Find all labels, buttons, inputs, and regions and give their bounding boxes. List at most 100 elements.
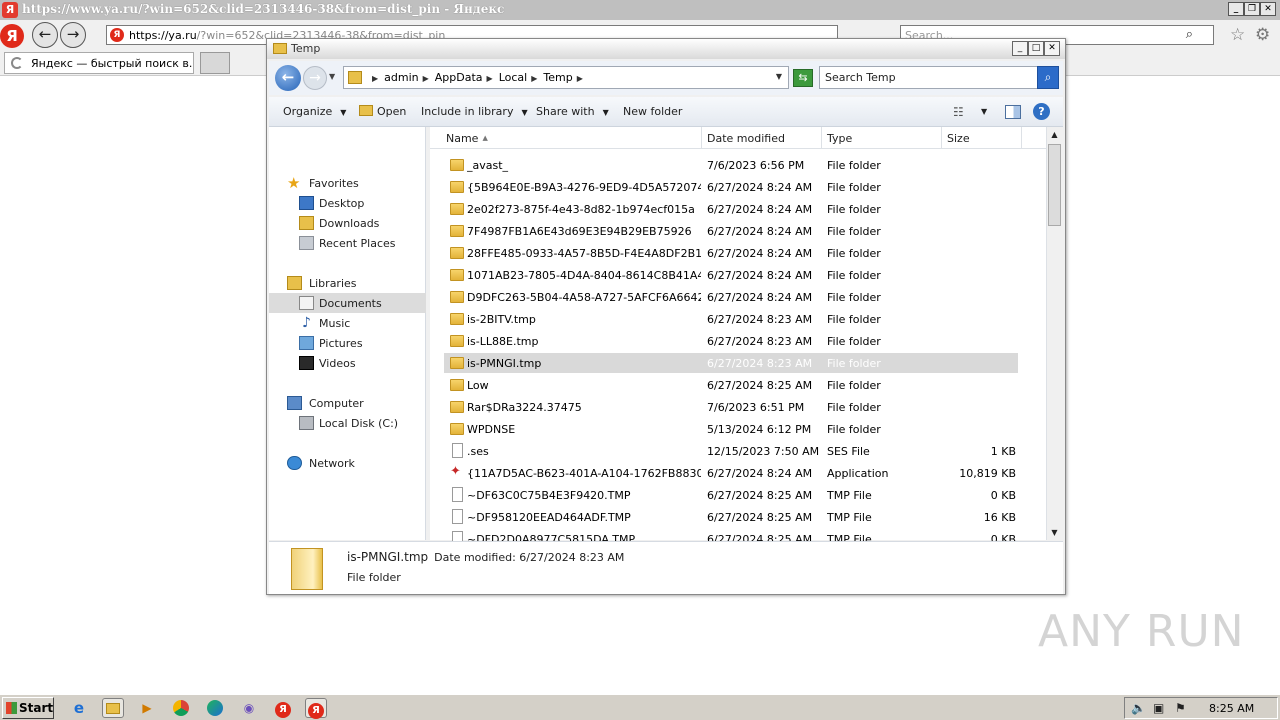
- network-icon[interactable]: ▣: [1153, 701, 1164, 715]
- yandex-icon[interactable]: Я: [272, 698, 294, 718]
- search-input[interactable]: Search Temp ⌕: [819, 66, 1059, 89]
- ie-icon[interactable]: e: [68, 698, 90, 718]
- favorites-star-icon[interactable]: ☆: [1230, 25, 1245, 45]
- yandex-icon[interactable]: Я: [305, 698, 327, 719]
- clock[interactable]: 8:25 AM: [1209, 702, 1254, 715]
- chevron-right-icon[interactable]: ▶: [487, 74, 493, 83]
- refresh-icon[interactable]: ⇆: [793, 69, 813, 87]
- chevron-down-icon[interactable]: ▼: [776, 72, 782, 81]
- column-divider[interactable]: [1021, 127, 1022, 149]
- minimize-icon[interactable]: _: [1228, 2, 1244, 16]
- share-with-button[interactable]: Share with ▼: [536, 105, 609, 118]
- vertical-scrollbar[interactable]: ▲ ▼: [1046, 127, 1061, 540]
- nav-desktop[interactable]: Desktop: [269, 193, 426, 213]
- file-row[interactable]: ~DF63C0C75B4E3F9420.TMP 6/27/2024 8:25 AM…: [444, 485, 1018, 505]
- history-dropdown-icon[interactable]: ▼: [329, 72, 335, 81]
- maximize-icon[interactable]: □: [1028, 41, 1044, 56]
- file-row[interactable]: WPDNSE 5/13/2024 6:12 PM File folder: [444, 419, 1018, 439]
- chrome-icon[interactable]: [170, 698, 192, 718]
- file-row[interactable]: 7F4987FB1A6E43d69E3E94B29EB75926 6/27/202…: [444, 221, 1018, 241]
- explorer-title-bar[interactable]: Temp _ □ ✕: [267, 39, 1065, 59]
- forward-arrow-icon[interactable]: →: [303, 66, 327, 90]
- organize-button[interactable]: Organize ▼: [283, 105, 346, 118]
- folder-open-icon: [359, 105, 373, 116]
- file-row[interactable]: _avast_ 7/6/2023 6:56 PM File folder: [444, 155, 1018, 175]
- close-icon[interactable]: ✕: [1044, 41, 1060, 56]
- preview-pane-icon[interactable]: [1005, 105, 1021, 119]
- restore-icon[interactable]: ❐: [1244, 2, 1260, 16]
- file-row[interactable]: Rar$DRa3224.37475 7/6/2023 6:51 PM File fo…: [444, 397, 1018, 417]
- new-folder-button[interactable]: New folder: [623, 105, 682, 118]
- speaker-icon[interactable]: 🔈: [1131, 701, 1146, 715]
- nav-documents[interactable]: Documents: [269, 293, 426, 313]
- nav-libraries[interactable]: Libraries: [269, 273, 426, 293]
- search-icon[interactable]: ⌕: [1037, 66, 1059, 89]
- new-tab-button[interactable]: [200, 52, 230, 74]
- breadcrumb[interactable]: ▶ admin ▶ AppData ▶ Local ▶ Temp ▶ ▼: [343, 66, 789, 89]
- help-icon[interactable]: ?: [1033, 103, 1050, 120]
- column-divider[interactable]: [821, 127, 822, 149]
- file-row[interactable]: 1071AB23-7805-4D4A-8404-8614C8B41A4A 6/27…: [444, 265, 1018, 285]
- chevron-right-icon[interactable]: ▶: [372, 74, 378, 83]
- breadcrumb-appdata[interactable]: AppData: [435, 71, 483, 84]
- flag-icon[interactable]: ⚑: [1175, 701, 1186, 715]
- yandex-logo[interactable]: Я: [0, 24, 24, 48]
- file-row[interactable]: D9DFC263-5B04-4A58-A727-5AFCF6A6642F 6/27…: [444, 287, 1018, 307]
- scroll-down-icon[interactable]: ▼: [1047, 525, 1062, 540]
- breadcrumb-local[interactable]: Local: [499, 71, 528, 84]
- include-in-library-button[interactable]: Include in library ▼: [421, 105, 528, 118]
- file-row[interactable]: 28FFE485-0933-4A57-8B5D-F4E4A8DF2B1F 6/27…: [444, 243, 1018, 263]
- file-row[interactable]: {5B964E0E-B9A3-4276-9ED9-4D5A5720747A} 6/…: [444, 177, 1018, 197]
- video-icon[interactable]: ◉: [238, 698, 260, 718]
- edge-icon[interactable]: [204, 698, 226, 718]
- explorer-icon[interactable]: [102, 698, 124, 718]
- open-button[interactable]: Open: [359, 105, 406, 118]
- nav-downloads[interactable]: Downloads: [269, 213, 426, 233]
- column-date[interactable]: Date modified: [707, 132, 785, 145]
- scrollbar-thumb[interactable]: [1048, 144, 1061, 226]
- details-date: Date modified: 6/27/2024 8:23 AM: [434, 551, 625, 564]
- chevron-down-icon[interactable]: ▼: [981, 107, 987, 116]
- nav-favorites[interactable]: ★ Favorites: [269, 173, 426, 193]
- close-icon[interactable]: ✕: [1260, 2, 1276, 16]
- settings-gear-icon[interactable]: ⚙: [1255, 25, 1270, 45]
- forward-button[interactable]: →: [60, 22, 86, 48]
- column-divider[interactable]: [941, 127, 942, 149]
- chevron-right-icon[interactable]: ▶: [423, 74, 429, 83]
- file-row[interactable]: ✦ {11A7D5AC-B623-401A-A104-1762FB8830F...…: [444, 463, 1018, 483]
- start-button[interactable]: Start: [2, 697, 54, 719]
- file-row[interactable]: Low 6/27/2024 8:25 AM File folder: [444, 375, 1018, 395]
- file-row[interactable]: is-2BITV.tmp 6/27/2024 8:23 AM File folder: [444, 309, 1018, 329]
- file-row[interactable]: 2e02f273-875f-4e43-8d82-1b974ecf015a 6/27…: [444, 199, 1018, 219]
- scroll-up-icon[interactable]: ▲: [1047, 127, 1062, 142]
- column-name-label: Name: [446, 132, 479, 145]
- nav-pictures[interactable]: Pictures: [269, 333, 426, 353]
- nav-local-disk[interactable]: Local Disk (C:): [269, 413, 426, 433]
- column-divider[interactable]: [701, 127, 702, 149]
- nav-network[interactable]: Network: [269, 453, 426, 473]
- column-name[interactable]: Name ▲: [446, 132, 488, 145]
- browser-tab[interactable]: Яндекс — быстрый поиск в...: [4, 52, 194, 74]
- nav-music[interactable]: ♪ Music: [269, 313, 426, 333]
- media-player-icon[interactable]: ▶: [136, 698, 158, 718]
- breadcrumb-temp[interactable]: Temp: [543, 71, 572, 84]
- file-row[interactable]: ~DF958120EEAD464ADF.TMP 6/27/2024 8:25 AM…: [444, 507, 1018, 527]
- column-size[interactable]: Size: [947, 132, 970, 145]
- nav-computer[interactable]: Computer: [269, 393, 426, 413]
- back-arrow-icon[interactable]: ←: [275, 65, 301, 91]
- nav-videos[interactable]: Videos: [269, 353, 426, 373]
- chevron-right-icon[interactable]: ▶: [577, 74, 583, 83]
- back-button[interactable]: ←: [32, 22, 58, 48]
- nav-recent-places[interactable]: Recent Places: [269, 233, 426, 253]
- view-options-icon[interactable]: ☷: [953, 105, 964, 119]
- file-name: ~DF63C0C75B4E3F9420.TMP: [467, 489, 631, 502]
- breadcrumb-admin[interactable]: admin: [384, 71, 418, 84]
- file-row[interactable]: is-PMNGI.tmp 6/27/2024 8:23 AM File folder: [444, 353, 1018, 373]
- search-icon[interactable]: ⌕: [1186, 27, 1193, 42]
- minimize-icon[interactable]: _: [1012, 41, 1028, 56]
- column-type[interactable]: Type: [827, 132, 852, 145]
- file-row[interactable]: is-LL88E.tmp 6/27/2024 8:23 AM File folder: [444, 331, 1018, 351]
- desktop-icon: [299, 196, 314, 210]
- chevron-right-icon[interactable]: ▶: [531, 74, 537, 83]
- file-row[interactable]: .ses 12/15/2023 7:50 AM SES File 1 KB: [444, 441, 1018, 461]
